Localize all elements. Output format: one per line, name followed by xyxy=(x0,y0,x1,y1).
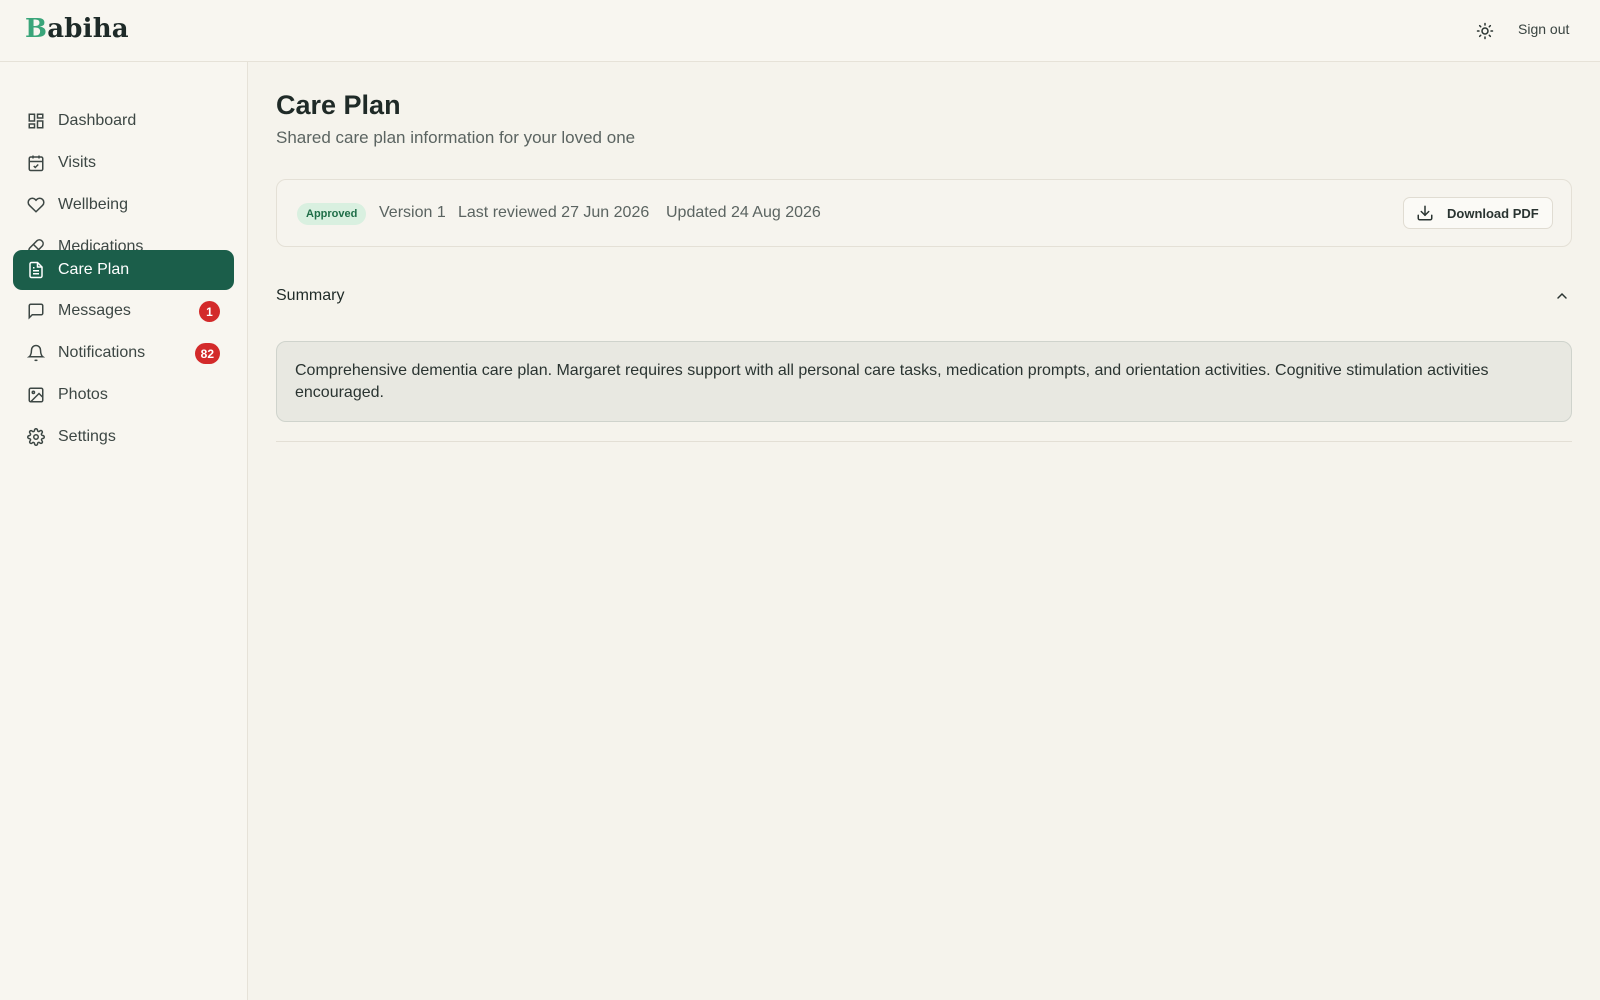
bell-icon xyxy=(27,344,45,362)
heart-icon xyxy=(27,196,45,214)
document-icon xyxy=(27,261,45,279)
sidebar-item-label: Dashboard xyxy=(58,112,137,129)
sidebar-item-label: Notifications xyxy=(58,344,146,361)
app-logo[interactable]: Babiha xyxy=(25,14,129,44)
logo-initial: B xyxy=(25,14,48,44)
care-plan-info-card: Approved Version 1 Last reviewed 27 Jun … xyxy=(276,179,1572,247)
notifications-count-badge: 82 xyxy=(194,343,220,364)
sidebar-item-wellbeing[interactable]: Wellbeing xyxy=(13,185,234,225)
message-icon xyxy=(27,302,45,320)
gear-icon xyxy=(27,428,45,446)
last-reviewed-text: Last reviewed 27 Jun 2026 xyxy=(458,204,650,221)
summary-text-box: Comprehensive dementia care plan. Margar… xyxy=(276,341,1572,422)
sidebar-item-care-plan[interactable]: Care Plan xyxy=(13,250,234,290)
sidebar-item-settings[interactable]: Settings xyxy=(13,417,234,457)
page-subtitle: Shared care plan information for your lo… xyxy=(276,128,636,147)
download-pdf-label: Download PDF xyxy=(1447,205,1539,221)
sidebar-item-messages[interactable]: Messages 1 xyxy=(13,291,234,331)
theme-toggle-button[interactable] xyxy=(1472,18,1498,44)
sidebar-item-label: Messages xyxy=(58,302,131,319)
version-text: Version 1 xyxy=(379,204,446,221)
sidebar-item-label: Visits xyxy=(58,154,96,171)
chevron-up-icon[interactable] xyxy=(1554,288,1570,304)
sun-icon xyxy=(1476,22,1494,40)
sidebar-item-notifications[interactable]: Notifications 82 xyxy=(13,333,234,373)
updated-text: Updated 24 Aug 2026 xyxy=(666,204,821,221)
sidebar-item-visits[interactable]: Visits xyxy=(13,143,234,183)
sign-out-link[interactable]: Sign out xyxy=(1518,21,1569,37)
summary-text: Comprehensive dementia care plan. Margar… xyxy=(295,362,1489,401)
sidebar-item-dashboard[interactable]: Dashboard xyxy=(13,101,234,141)
sidebar-item-photos[interactable]: Photos xyxy=(13,375,234,415)
page-title: Care Plan xyxy=(276,90,401,120)
section-divider xyxy=(276,441,1572,442)
sidebar-item-label: Wellbeing xyxy=(58,196,128,213)
download-pdf-button[interactable]: Download PDF xyxy=(1403,197,1553,229)
status-badge: Approved xyxy=(297,203,367,225)
dashboard-icon xyxy=(27,112,45,130)
sidebar-item-label: Photos xyxy=(58,386,108,403)
summary-section-header[interactable]: Summary xyxy=(276,282,1572,310)
sidebar-item-label: Care Plan xyxy=(58,261,130,278)
top-bar: Babiha Sign out xyxy=(0,0,1600,62)
download-icon xyxy=(1416,204,1434,222)
sidebar-item-label: Settings xyxy=(58,428,116,445)
summary-title: Summary xyxy=(276,287,345,304)
main-content: Care Plan Shared care plan information f… xyxy=(248,62,1600,1000)
calendar-check-icon xyxy=(27,154,45,172)
sidebar: Dashboard Visits Wellbeing Medications C… xyxy=(0,62,248,1000)
messages-count-badge: 1 xyxy=(199,301,220,322)
image-icon xyxy=(27,386,45,404)
logo-text: abiha xyxy=(47,14,129,44)
